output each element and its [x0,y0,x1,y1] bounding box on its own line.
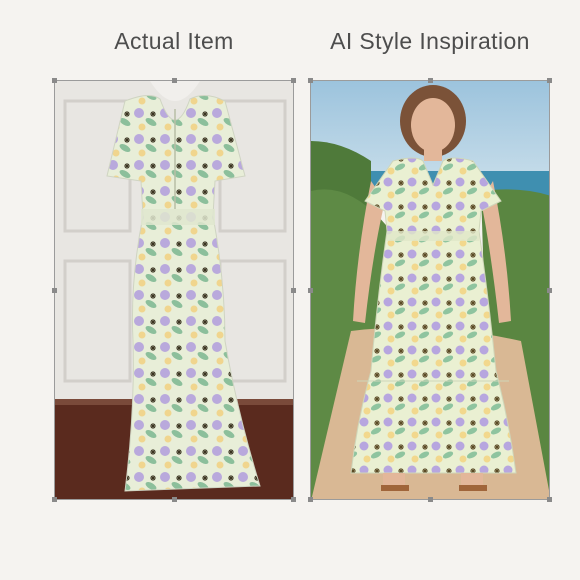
actual-item-illustration [55,81,293,499]
frame-selection-handle[interactable] [52,78,57,83]
frame-selection-handle[interactable] [52,497,57,502]
frame-selection-handle[interactable] [172,497,177,502]
frame-selection-handle[interactable] [308,78,313,83]
frame-selection-handle[interactable] [291,288,296,293]
ai-style-inspiration-photo[interactable] [310,80,550,500]
frame-selection-handle[interactable] [52,288,57,293]
frame-selection-handle[interactable] [547,497,552,502]
frame-selection-handle[interactable] [291,78,296,83]
frame-selection-handle[interactable] [291,497,296,502]
frame-selection-handle[interactable] [428,78,433,83]
caption-ai-style-inspiration: AI Style Inspiration [330,28,530,54]
actual-item-photo[interactable] [54,80,294,500]
frame-selection-handle[interactable] [308,288,313,293]
ai-inspiration-illustration [311,81,549,499]
frame-selection-handle[interactable] [308,497,313,502]
frame-selection-handle[interactable] [547,78,552,83]
frame-selection-handle[interactable] [547,288,552,293]
frame-selection-handle[interactable] [172,78,177,83]
caption-actual-item: Actual Item [114,28,234,54]
frame-selection-handle[interactable] [428,497,433,502]
